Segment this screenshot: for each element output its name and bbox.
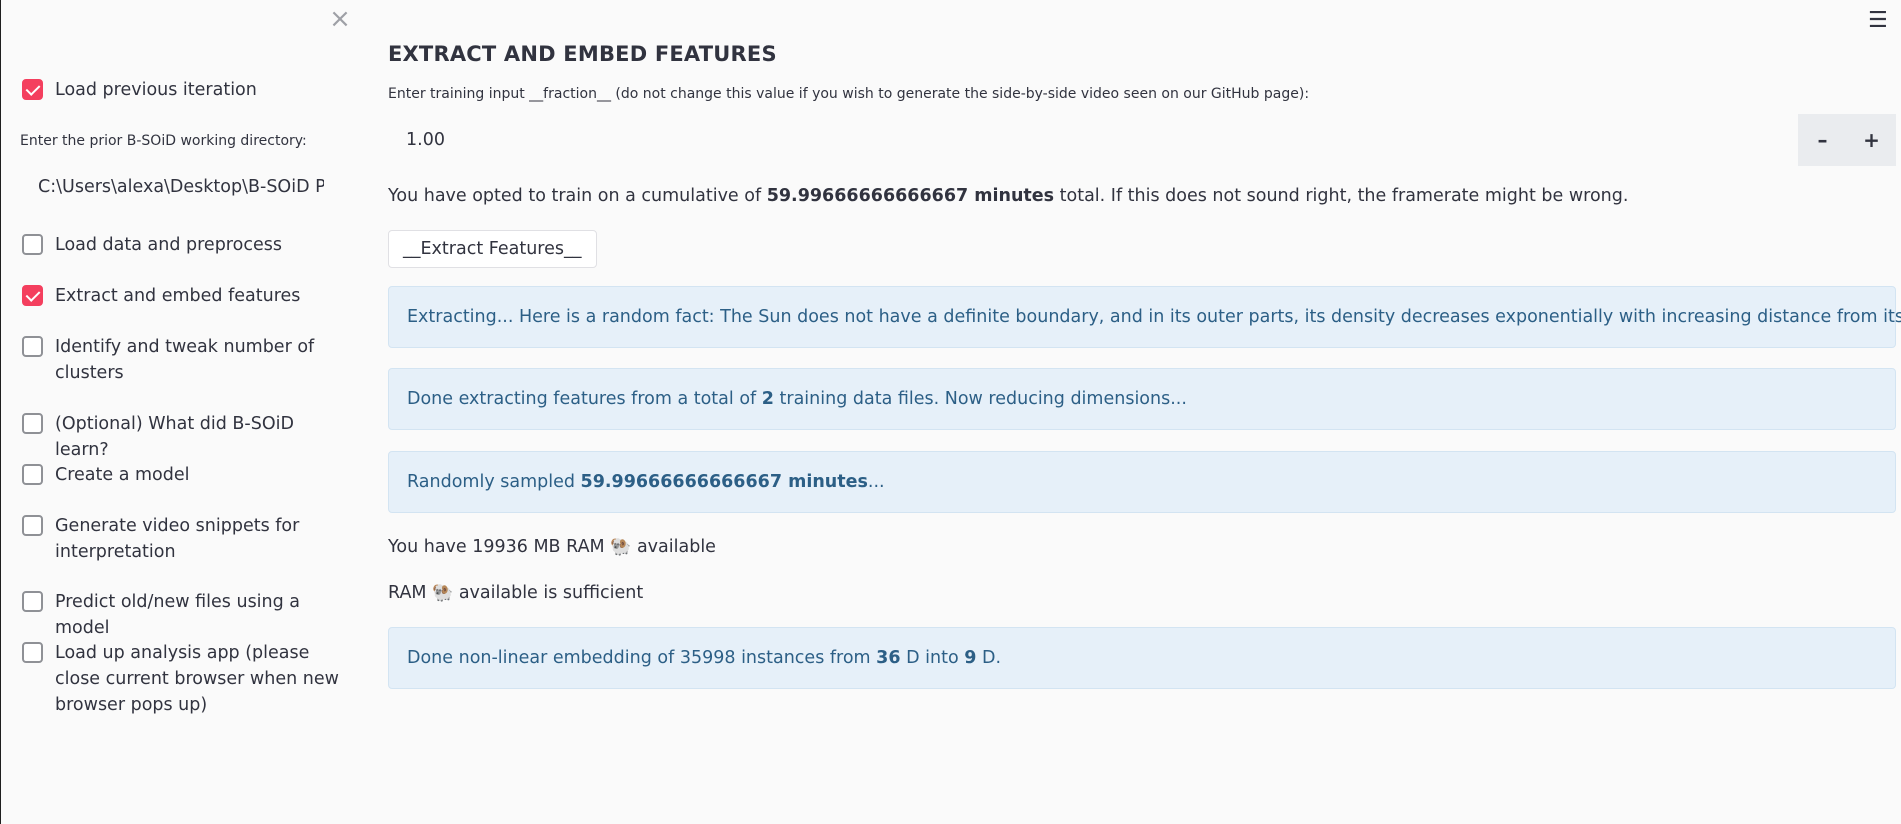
checkbox-icon[interactable] (22, 642, 43, 663)
checkbox-identify-clusters[interactable]: Identify and tweak number of clusters (22, 334, 345, 386)
checkbox-icon[interactable] (22, 591, 43, 612)
cumulative-minutes: 59.99666666666667 minutes (766, 186, 1055, 206)
checkbox-extract-embed[interactable]: Extract and embed features (22, 283, 345, 309)
fraction-input-label: Enter training input __fraction__ (do no… (388, 86, 1310, 102)
alert-text-pre: Done non-linear embedding of 35998 insta… (407, 648, 877, 668)
alert-text: Extracting... Here is a random fact: The… (407, 307, 1901, 327)
output-dimensions: 9 (964, 648, 977, 668)
increment-button[interactable]: + (1847, 114, 1896, 166)
app-root: × Load previous iteration Enter the prio… (0, 0, 1901, 824)
extract-features-button[interactable]: __Extract Features__ (388, 230, 597, 268)
checkbox-label: Load up analysis app (please close curre… (55, 643, 339, 715)
ram-text-post: available (631, 537, 716, 557)
alert-text-pre: Done extracting features from a total of (407, 389, 762, 409)
sidebar: × Load previous iteration Enter the prio… (0, 0, 356, 824)
checkbox-analysis-app[interactable]: Load up analysis app (please close curre… (22, 640, 345, 718)
ram-text-post: available is sufficient (453, 583, 644, 603)
checkbox-what-learned[interactable]: (Optional) What did B-SOiD learn? (22, 411, 345, 463)
input-dimensions: 36 (876, 648, 901, 668)
alert-text-post: D. (976, 648, 1002, 668)
checkbox-label: Generate video snippets for interpretati… (55, 516, 300, 562)
alert-text-post: training data files. Now reducing dimens… (773, 389, 1187, 409)
checkbox-label: (Optional) What did B-SOiD learn? (55, 414, 294, 460)
ram-text-pre: RAM (388, 583, 433, 603)
checkbox-video-snippets[interactable]: Generate video snippets for interpretati… (22, 513, 345, 565)
decrement-button[interactable]: – (1798, 114, 1847, 166)
checkbox-icon[interactable] (22, 515, 43, 536)
checkbox-load-previous-iteration[interactable]: Load previous iteration (22, 77, 345, 103)
checkbox-label: Create a model (55, 465, 190, 485)
ram-sufficient-text: RAM 🐏 available is sufficient (388, 583, 643, 603)
checkbox-label: Identify and tweak number of clusters (55, 337, 315, 383)
page-title: EXTRACT AND EMBED FEATURES (388, 42, 777, 66)
checkbox-icon[interactable] (22, 234, 43, 255)
checkbox-predict-files[interactable]: Predict old/new files using a model (22, 589, 345, 641)
stepper-group: – + (1798, 114, 1896, 166)
cumulative-text-pre: You have opted to train on a cumulative … (388, 186, 767, 206)
info-alert-sampled: Randomly sampled 59.99666666666667 minut… (388, 451, 1896, 513)
checkbox-label: Predict old/new files using a model (55, 592, 301, 638)
checkbox-load-data[interactable]: Load data and preprocess (22, 232, 345, 258)
checkbox-create-model[interactable]: Create a model (22, 462, 345, 488)
checkbox-icon[interactable] (22, 413, 43, 434)
checkbox-icon[interactable] (22, 464, 43, 485)
checkbox-icon[interactable] (22, 336, 43, 357)
file-count: 2 (761, 389, 774, 409)
main-content: EXTRACT AND EMBED FEATURES Enter trainin… (388, 0, 1901, 824)
ram-icon: 🐏 (432, 583, 454, 603)
info-alert-extracting: Extracting... Here is a random fact: The… (388, 286, 1901, 348)
ram-icon: 🐏 (610, 537, 632, 557)
checkbox-checked-icon[interactable] (22, 79, 43, 100)
info-alert-done-extracting: Done extracting features from a total of… (388, 368, 1896, 430)
directory-input[interactable] (20, 167, 342, 207)
fraction-input[interactable] (388, 114, 1798, 166)
alert-text-mid: D into (900, 648, 965, 668)
checkbox-checked-icon[interactable] (22, 285, 43, 306)
checkbox-label: Load data and preprocess (55, 235, 282, 255)
sampled-minutes: 59.99666666666667 minutes (580, 472, 868, 492)
cumulative-text: You have opted to train on a cumulative … (388, 186, 1628, 206)
alert-text-post: ... (867, 472, 885, 492)
ram-available-text: You have 19936 MB RAM 🐏 available (388, 537, 716, 557)
directory-input-label: Enter the prior B-SOiD working directory… (20, 133, 307, 149)
alert-text-pre: Randomly sampled (407, 472, 581, 492)
checkbox-label: Extract and embed features (55, 286, 301, 306)
checkbox-label: Load previous iteration (55, 80, 257, 100)
close-icon[interactable]: × (328, 6, 352, 32)
ram-text-pre: You have 19936 MB RAM (388, 537, 611, 557)
info-alert-embedding: Done non-linear embedding of 35998 insta… (388, 627, 1896, 689)
cumulative-text-post: total. If this does not sound right, the… (1054, 186, 1629, 206)
